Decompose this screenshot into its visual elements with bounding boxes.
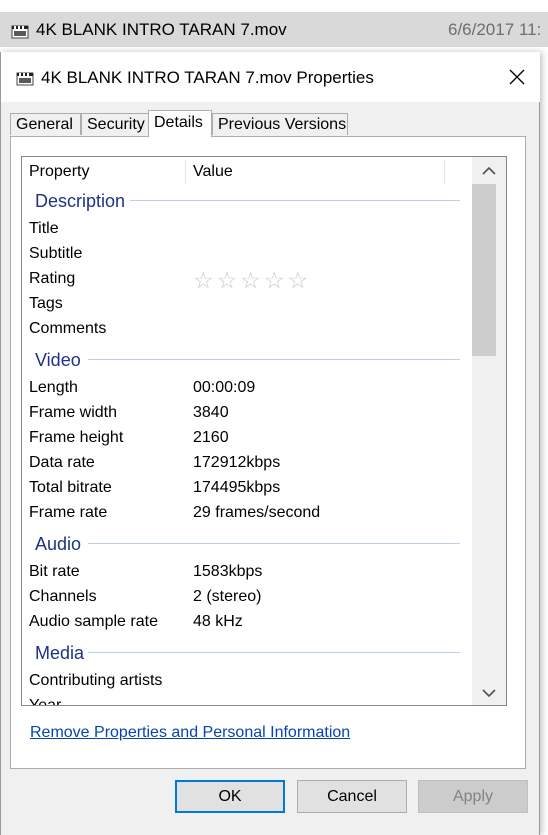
property-name: Comments (29, 320, 107, 337)
property-value: 00:00:09 (193, 379, 256, 396)
property-name: Frame rate (29, 504, 108, 521)
property-value: 174495kbps (193, 479, 281, 496)
property-value: 2160 (193, 429, 229, 446)
property-value: 2 (stereo) (193, 588, 262, 605)
chevron-down-icon (482, 689, 496, 698)
scroll-down-button[interactable] (472, 681, 506, 705)
group-title: Description (35, 191, 126, 211)
tab-previous-versions[interactable]: Previous Versions (212, 113, 348, 135)
list-item[interactable]: Tags (22, 292, 472, 317)
property-name: Data rate (29, 454, 95, 471)
group-divider (130, 200, 460, 201)
apply-button[interactable]: Apply (418, 780, 528, 813)
properties-dialog: 4K BLANK INTRO TARAN 7.mov Properties Ge… (0, 52, 540, 835)
vertical-scrollbar[interactable] (472, 157, 506, 705)
property-name: Total bitrate (29, 479, 112, 496)
close-icon (509, 69, 525, 85)
property-name: Frame width (29, 404, 118, 421)
group-title: Media (35, 643, 85, 663)
list-item[interactable]: Bit rate 1583kbps (22, 560, 472, 585)
group-divider (88, 543, 460, 544)
property-value: 3840 (193, 404, 229, 421)
list-item[interactable]: Subtitle (22, 242, 472, 267)
mov-file-icon (14, 64, 36, 91)
tab-details[interactable]: Details (148, 110, 212, 137)
group-divider (88, 359, 460, 360)
title-bar[interactable]: 4K BLANK INTRO TARAN 7.mov Properties (1, 52, 540, 102)
list-item[interactable]: Total bitrate 174495kbps (22, 476, 472, 501)
list-item[interactable]: Length 00:00:09 (22, 376, 472, 401)
chevron-up-icon (482, 166, 496, 175)
list-item[interactable]: Data rate 172912kbps (22, 451, 472, 476)
property-name: Frame height (29, 429, 124, 446)
property-column-header[interactable]: Property (29, 163, 89, 181)
list-item[interactable]: Title (22, 217, 472, 242)
column-header: Property Value (22, 157, 472, 186)
group-title: Video (35, 350, 81, 370)
scrollbar-thumb[interactable] (472, 184, 496, 356)
property-name: Tags (29, 295, 63, 312)
list-item[interactable]: Audio sample rate 48 kHz (22, 610, 472, 635)
group-header-video: Video (22, 345, 472, 376)
dialog-title: 4K BLANK INTRO TARAN 7.mov Properties (41, 68, 374, 87)
list-item[interactable]: Frame width 3840 (22, 401, 472, 426)
group-title: Audio (35, 534, 82, 554)
list-item[interactable]: Year (22, 694, 472, 706)
list-item[interactable]: Frame rate 29 frames/second (22, 501, 472, 526)
list-item[interactable]: Channels 2 (stereo) (22, 585, 472, 610)
mov-file-icon (9, 17, 31, 44)
ok-button[interactable]: OK (175, 780, 285, 813)
property-rows: Description Title Subtitle Rating ☆☆☆☆☆ … (22, 186, 472, 706)
explorer-file-name: 4K BLANK INTRO TARAN 7.mov (36, 20, 287, 39)
property-value: 29 frames/second (193, 504, 321, 521)
explorer-file-date: 6/6/2017 11: (448, 20, 542, 39)
cancel-button[interactable]: Cancel (297, 780, 407, 813)
property-name: Contributing artists (29, 672, 163, 689)
list-item[interactable]: Contributing artists (22, 669, 472, 694)
list-item[interactable]: Frame height 2160 (22, 426, 472, 451)
property-name: Audio sample rate (29, 613, 158, 630)
property-name: Bit rate (29, 563, 80, 580)
property-name: Subtitle (29, 245, 83, 262)
property-name: Channels (29, 588, 97, 605)
property-name: Rating (29, 270, 76, 287)
value-column-header[interactable]: Value (193, 163, 233, 181)
property-name: Title (29, 220, 59, 237)
group-header-media: Media (22, 638, 472, 669)
property-name: Year (29, 697, 62, 706)
remove-properties-link[interactable]: Remove Properties and Personal Informati… (30, 724, 350, 742)
close-button[interactable] (494, 52, 540, 102)
column-divider[interactable] (444, 160, 445, 184)
tab-security[interactable]: Security (81, 113, 149, 135)
rating-stars[interactable]: ☆☆☆☆☆ (193, 267, 311, 294)
column-divider[interactable] (185, 160, 186, 184)
scroll-up-button[interactable] (472, 159, 506, 183)
group-header-audio: Audio (22, 529, 472, 560)
property-value: 1583kbps (193, 563, 263, 580)
group-header-description: Description (22, 186, 472, 217)
property-value: 172912kbps (193, 454, 281, 471)
tab-general[interactable]: General (10, 113, 81, 135)
explorer-file-row[interactable]: 4K BLANK INTRO TARAN 7.mov 6/6/2017 11: (0, 12, 548, 47)
list-item[interactable]: Rating ☆☆☆☆☆ (22, 267, 472, 294)
details-list[interactable]: Property Value Description Title Subtitl… (21, 156, 507, 706)
property-value: 48 kHz (193, 613, 243, 630)
group-divider (88, 652, 460, 653)
property-name: Length (29, 379, 78, 396)
list-item[interactable]: Comments (22, 317, 472, 342)
